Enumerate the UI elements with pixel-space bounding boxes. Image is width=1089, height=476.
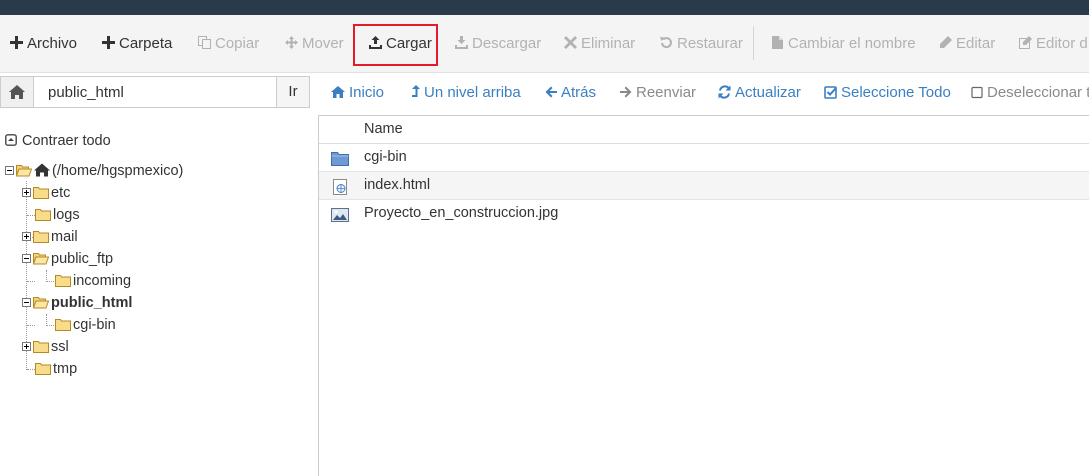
folder-icon [33, 339, 49, 353]
expand-node-icon [22, 183, 31, 197]
name-column-header[interactable]: Name [364, 121, 403, 137]
home-directory-button[interactable] [0, 76, 34, 108]
tree-node-incoming[interactable]: incoming [55, 271, 131, 291]
delete-button[interactable]: Eliminar [564, 15, 635, 72]
close-icon [564, 36, 577, 49]
folder-icon [35, 207, 51, 221]
collapse-node-icon [22, 249, 31, 263]
tree-node-cgi-bin[interactable]: cgi-bin [55, 315, 116, 335]
edit-button[interactable]: Editar [939, 15, 995, 72]
file-row[interactable]: cgi-bin [319, 144, 1089, 172]
rename-button[interactable]: Cambiar el nombre [771, 15, 916, 72]
collapse-node-icon [22, 293, 31, 307]
refresh-icon [718, 78, 731, 99]
edit-icon [1019, 36, 1032, 49]
open-folder-icon [15, 163, 33, 177]
tree-connector [27, 325, 35, 326]
collapse-all-button[interactable]: Contraer todo [5, 132, 111, 150]
checkbox-empty-icon [971, 78, 983, 99]
plus-icon [10, 36, 23, 49]
folder-icon [33, 185, 49, 199]
tree-connector [46, 281, 54, 282]
home-icon [331, 78, 345, 98]
download-icon [455, 36, 468, 49]
top-header-bar [0, 0, 1089, 15]
code-editor-button[interactable]: Editor d [1019, 15, 1088, 72]
path-bar: Ir [0, 76, 318, 110]
copy-button[interactable]: Copiar [198, 15, 259, 72]
file-row[interactable]: index.html [319, 172, 1089, 200]
file-list-header: Name [319, 116, 1089, 144]
select-all-button[interactable]: Seleccione Todo [824, 76, 951, 110]
undo-icon [660, 36, 673, 49]
tree-node-tmp[interactable]: tmp [35, 359, 77, 379]
toolbar: Archivo Carpeta Copiar Mover Cargar Desc… [0, 15, 1089, 73]
file-list: Name cgi-bin index.html Proyecto_en_cons… [318, 115, 1089, 476]
folder-icon [55, 317, 71, 331]
path-input[interactable] [34, 76, 277, 108]
tree-connector [27, 215, 35, 216]
download-button[interactable]: Descargar [455, 15, 541, 72]
forward-button[interactable]: Reenviar [620, 76, 696, 110]
level-up-icon [411, 78, 420, 97]
tree-connector [27, 281, 35, 282]
folder-icon [35, 361, 51, 375]
new-file-button[interactable]: Archivo [10, 15, 77, 72]
html-file-icon [331, 178, 349, 195]
plus-icon [102, 36, 115, 49]
new-folder-button[interactable]: Carpeta [102, 15, 172, 72]
image-file-icon [331, 206, 349, 222]
home-icon [34, 163, 50, 177]
copy-icon [198, 36, 211, 49]
upload-highlight-box [353, 24, 438, 66]
folder-icon [33, 229, 49, 243]
expand-node-icon [22, 227, 31, 241]
tree-node-mail[interactable]: mail [22, 227, 78, 247]
move-icon [285, 36, 298, 49]
open-folder-icon [32, 251, 50, 265]
open-folder-icon [32, 295, 50, 309]
deselect-all-button[interactable]: Deseleccionar to [971, 76, 1089, 110]
up-one-level-button[interactable]: Un nivel arriba [411, 76, 521, 110]
file-row[interactable]: Proyecto_en_construccion.jpg [319, 200, 1089, 227]
tree-node-ssl[interactable]: ssl [22, 337, 69, 357]
toolbar-separator [753, 26, 754, 60]
go-button[interactable]: Ir [276, 76, 310, 108]
expand-node-icon [22, 337, 31, 351]
move-button[interactable]: Mover [285, 15, 344, 72]
directory-tree: Contraer todo (/home/hgspmexico) etc log… [0, 115, 318, 476]
back-button[interactable]: Atrás [545, 76, 596, 110]
tree-node-logs[interactable]: logs [35, 205, 80, 225]
arrow-right-icon [620, 78, 632, 98]
checkbox-checked-icon [824, 78, 837, 99]
home-nav-button[interactable]: Inicio [331, 76, 384, 110]
arrow-left-icon [545, 78, 557, 98]
tree-connector [46, 325, 54, 326]
collapse-icon [5, 133, 17, 146]
pencil-icon [939, 36, 952, 49]
tree-connector [27, 369, 35, 370]
file-icon [771, 36, 784, 49]
tree-node-etc[interactable]: etc [22, 183, 70, 203]
tree-node-public-html[interactable]: public_html [22, 293, 132, 313]
folder-icon [55, 273, 71, 287]
navigation-bar: Inicio Un nivel arriba Atrás Reenviar Ac… [318, 76, 1089, 110]
restore-button[interactable]: Restaurar [660, 15, 743, 72]
refresh-button[interactable]: Actualizar [718, 76, 801, 110]
home-icon [9, 85, 25, 99]
folder-icon [331, 150, 349, 166]
tree-node-public-ftp[interactable]: public_ftp [22, 249, 113, 269]
tree-root[interactable]: (/home/hgspmexico) [5, 161, 183, 181]
collapse-node-icon [5, 161, 14, 175]
